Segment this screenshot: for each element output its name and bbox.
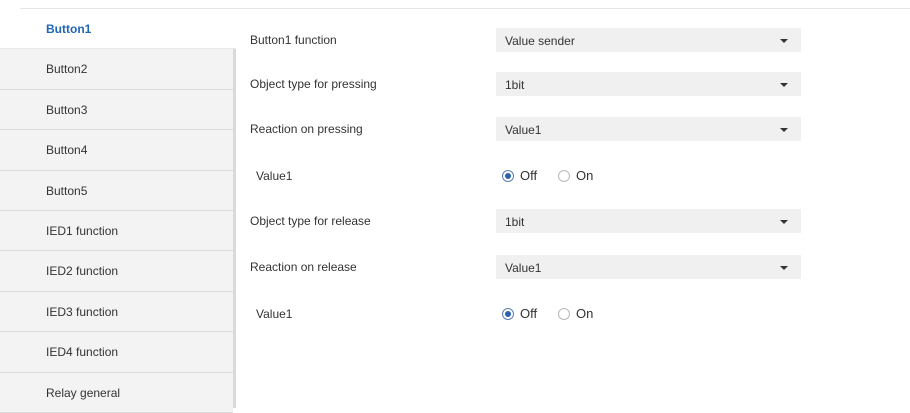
sidebar-item-label: Button2 [46, 62, 88, 77]
reaction-pressing-label: Reaction on pressing [250, 122, 363, 136]
sidebar-item-ied4-function[interactable]: IED4 function [0, 332, 233, 373]
reaction-release-select[interactable]: Value1 [496, 255, 801, 279]
sidebar-item-label: Button5 [46, 183, 88, 198]
sidebar-item-label: IED3 function [46, 304, 119, 319]
value1-pressing-off-radio[interactable]: Off [502, 168, 548, 184]
value1-release-on-radio[interactable]: On [558, 306, 600, 322]
radio-checked-icon [502, 170, 514, 182]
row-object-type-pressing: Object type for pressing 1bit [250, 72, 810, 96]
object-type-pressing-value: 1bit [505, 78, 525, 92]
sidebar-item-ied1-function[interactable]: IED1 function [0, 210, 233, 252]
row-reaction-pressing: Reaction on pressing Value1 [250, 117, 810, 141]
sidebar-item-button4[interactable]: Button4 [0, 130, 233, 171]
row-object-type-release: Object type for release 1bit [250, 209, 810, 233]
caret-down-icon [780, 266, 788, 270]
sidebar-item-ied2-function[interactable]: IED2 function [0, 251, 233, 292]
sidebar-item-label: Button4 [46, 143, 88, 158]
radio-option-label: Off [520, 168, 538, 183]
radio-unchecked-icon [558, 308, 570, 320]
sidebar-item-label: IED1 function [46, 223, 119, 238]
button1-function-select[interactable]: Value sender [496, 28, 801, 52]
radio-option-label: On [576, 168, 594, 183]
row-value1-release: Value1 Off On [250, 302, 810, 326]
radio-option-label: Off [520, 306, 538, 321]
object-type-release-value: 1bit [505, 215, 525, 229]
row-value1-pressing: Value1 Off On [250, 164, 810, 188]
value1-release-off-radio[interactable]: Off [502, 306, 548, 322]
caret-down-icon [780, 128, 788, 132]
sidebar-item-button3[interactable]: Button3 [0, 89, 233, 131]
reaction-pressing-select[interactable]: Value1 [496, 117, 801, 141]
radio-unchecked-icon [558, 170, 570, 182]
sidebar-item-label: Relay general [46, 385, 121, 400]
sidebar-item-label: Button3 [46, 102, 88, 117]
object-type-release-label: Object type for release [250, 214, 371, 228]
caret-down-icon [780, 39, 788, 43]
radio-checked-icon [502, 308, 514, 320]
button1-function-label: Button1 function [250, 33, 337, 47]
row-reaction-release: Reaction on release Value1 [250, 255, 810, 279]
sidebar-item-label: Button1 [46, 22, 92, 36]
caret-down-icon [780, 83, 788, 87]
object-type-release-select[interactable]: 1bit [496, 209, 801, 233]
object-type-pressing-select[interactable]: 1bit [496, 72, 801, 96]
button1-function-value: Value sender [505, 34, 575, 48]
sidebar-item-label: IED4 function [46, 345, 119, 360]
caret-down-icon [780, 220, 788, 224]
object-type-pressing-label: Object type for pressing [250, 77, 377, 91]
value1-pressing-on-radio[interactable]: On [558, 168, 600, 184]
value1-pressing-label: Value1 [256, 169, 293, 183]
sidebar-item-button5[interactable]: Button5 [0, 170, 233, 211]
sidebar-item-label: IED2 function [46, 264, 119, 279]
sidebar: Button1 Button2 Button3 Button4 Button5 … [0, 9, 236, 413]
sidebar-item-relay-general[interactable]: Relay general [0, 372, 233, 413]
value1-release-label: Value1 [256, 307, 293, 321]
sidebar-item-button2[interactable]: Button2 [0, 49, 233, 90]
sidebar-item-button1[interactable]: Button1 [0, 9, 236, 50]
reaction-release-value: Value1 [505, 261, 542, 275]
sidebar-item-ied3-function[interactable]: IED3 function [0, 291, 233, 333]
reaction-release-label: Reaction on release [250, 260, 357, 274]
radio-option-label: On [576, 306, 594, 321]
reaction-pressing-value: Value1 [505, 123, 542, 137]
row-button1-function: Button1 function Value sender [250, 28, 810, 52]
